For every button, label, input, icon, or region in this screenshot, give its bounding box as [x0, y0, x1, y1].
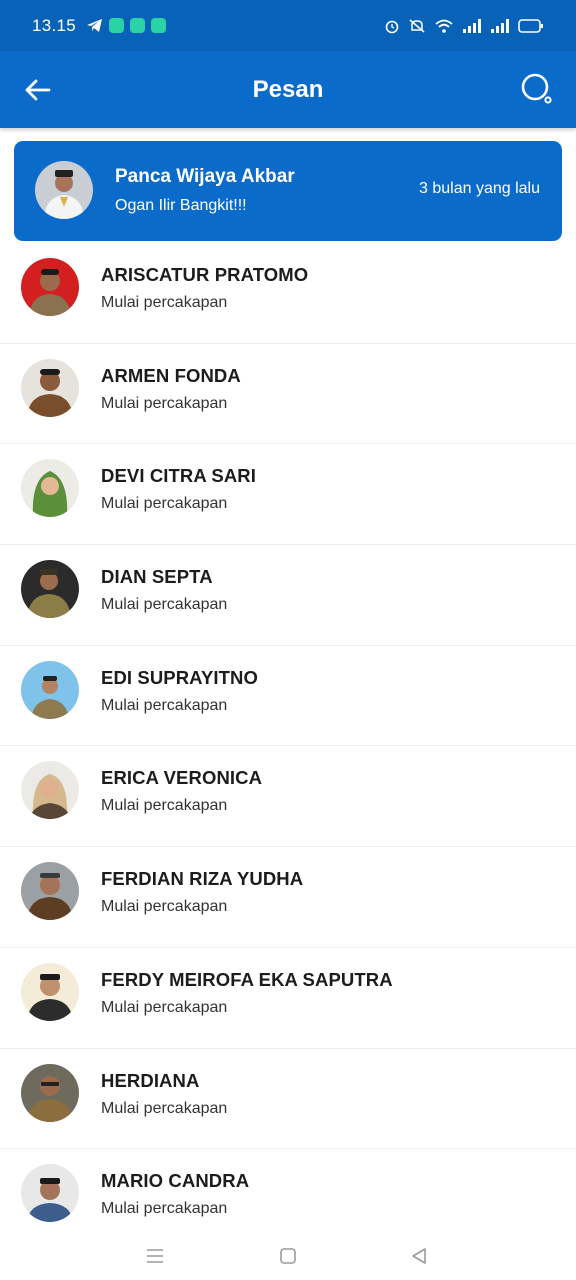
- status-time: 13.15: [32, 15, 77, 35]
- contact-subtitle: Mulai percakapan: [101, 596, 228, 614]
- contact-subtitle: Mulai percakapan: [101, 495, 228, 513]
- app-icon: [109, 18, 125, 33]
- list-item[interactable]: DEVI CITRA SARI Mulai percakapan: [0, 444, 576, 546]
- list-item[interactable]: FERDIAN RIZA YUDHA Mulai percakapan: [0, 847, 576, 948]
- contact-name: EDI SUPRAYITNO: [101, 666, 258, 688]
- avatar: [21, 1063, 79, 1122]
- menu-icon: [147, 1249, 163, 1263]
- contact-name: ERICA VERONICA: [101, 767, 263, 789]
- app-bar: Pesan: [0, 51, 576, 128]
- signal-icon: [462, 18, 482, 33]
- avatar: [21, 258, 79, 316]
- battery-icon: [518, 18, 544, 33]
- wifi-icon: [434, 18, 454, 34]
- avatar: [21, 560, 79, 619]
- list-item[interactable]: DIAN SEPTA Mulai percakapan: [0, 545, 576, 646]
- home-button[interactable]: [274, 1242, 302, 1270]
- contact-subtitle: Mulai percakapan: [101, 394, 228, 412]
- contact-name: ARISCATUR PRATOMO: [101, 264, 309, 285]
- arrow-left-icon: [25, 79, 51, 101]
- contact-subtitle: Mulai percakapan: [101, 294, 228, 311]
- avatar: [35, 161, 93, 219]
- contact-name: HERDIANA: [101, 1069, 200, 1091]
- contact-name: DIAN SEPTA: [101, 566, 213, 588]
- status-bar: 13.15: [0, 0, 576, 51]
- back-button[interactable]: [22, 74, 54, 106]
- avatar: [21, 1164, 79, 1223]
- contact-subtitle: Mulai percakapan: [101, 898, 228, 916]
- contact-name: DEVI CITRA SARI: [101, 465, 256, 487]
- featured-name: Panca Wijaya Akbar: [115, 166, 295, 187]
- system-icons: [384, 18, 544, 34]
- featured-conversation[interactable]: Panca Wijaya Akbar Ogan Ilir Bangkit!!! …: [14, 141, 562, 241]
- search-button[interactable]: [520, 72, 554, 106]
- contact-subtitle: Mulai percakapan: [101, 696, 228, 714]
- list-item[interactable]: ARISCATUR PRATOMO Mulai percakapan: [0, 243, 576, 344]
- featured-message: Ogan Ilir Bangkit!!!: [115, 197, 247, 214]
- chat-app-icon: [151, 18, 167, 33]
- signal-icon-2: [490, 18, 510, 33]
- alarm-icon: [384, 18, 400, 34]
- contact-subtitle: Mulai percakapan: [101, 1099, 228, 1117]
- nav-bar: [0, 1232, 576, 1280]
- list-item[interactable]: FERDY MEIROFA EKA SAPUTRA Mulai percakap…: [0, 948, 576, 1049]
- contact-subtitle: Mulai percakapan: [101, 998, 228, 1016]
- avatar: [21, 761, 79, 820]
- avatar: [21, 459, 79, 518]
- list-item[interactable]: ERICA VERONICA Mulai percakapan: [0, 746, 576, 848]
- contact-name: FERDY MEIROFA EKA SAPUTRA: [101, 968, 393, 990]
- avatar: [21, 862, 79, 921]
- list-item[interactable]: ARMEN FONDA Mulai percakapan: [0, 344, 576, 445]
- list-item[interactable]: HERDIANA Mulai percakapan: [0, 1049, 576, 1150]
- menu-button[interactable]: [141, 1242, 169, 1270]
- notification-icons: [86, 18, 167, 33]
- contact-name: FERDIAN RIZA YUDHA: [101, 868, 304, 890]
- featured-time: 3 bulan yang lalu: [419, 180, 540, 197]
- contact-name: ARMEN FONDA: [101, 364, 241, 386]
- home-icon: [280, 1248, 296, 1264]
- triangle-back-icon: [412, 1248, 426, 1264]
- list-item[interactable]: EDI SUPRAYITNO Mulai percakapan: [0, 646, 576, 747]
- contact-name: MARIO CANDRA: [101, 1170, 250, 1192]
- contact-subtitle: Mulai percakapan: [101, 1200, 228, 1218]
- mute-icon: [408, 18, 426, 34]
- phone-app-icon: [130, 18, 146, 33]
- contact-subtitle: Mulai percakapan: [101, 797, 228, 815]
- contact-list: ARISCATUR PRATOMO Mulai percakapan ARMEN…: [0, 243, 576, 1250]
- avatar: [21, 660, 79, 719]
- back-nav-button[interactable]: [405, 1242, 433, 1270]
- page-title: Pesan: [252, 75, 324, 103]
- search-icon: [521, 73, 552, 104]
- telegram-icon: [86, 18, 103, 33]
- avatar: [21, 962, 79, 1021]
- avatar: [21, 358, 79, 417]
